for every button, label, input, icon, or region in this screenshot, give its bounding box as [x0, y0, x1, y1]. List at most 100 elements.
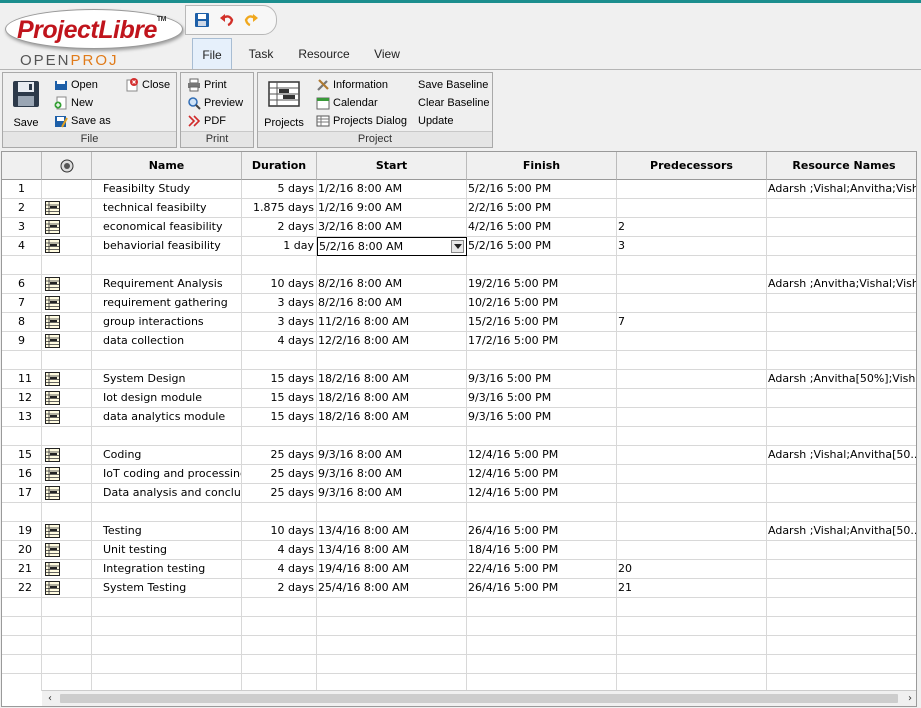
task-start[interactable]: 8/2/16 8:00 AM	[317, 294, 467, 313]
task-indicator[interactable]	[42, 408, 92, 427]
task-predecessors[interactable]	[617, 199, 767, 218]
task-duration[interactable]: 1 day	[242, 237, 317, 256]
table-row[interactable]: 21 Integration testing 4 days 19/4/16 8:00 …	[2, 560, 916, 579]
header-finish[interactable]: Finish	[467, 152, 617, 180]
task-duration[interactable]: 2 days	[242, 579, 317, 598]
task-predecessors[interactable]	[617, 484, 767, 503]
table-row[interactable]: 8 group interactions 3 days 11/2/16 8:00 AM…	[2, 313, 916, 332]
task-name[interactable]	[92, 617, 242, 636]
task-finish[interactable]: 17/2/16 5:00 PM	[467, 332, 617, 351]
table-row[interactable]	[2, 351, 916, 370]
task-indicator[interactable]	[42, 427, 92, 446]
task-name[interactable]	[92, 503, 242, 522]
task-predecessors[interactable]	[617, 655, 767, 674]
table-row[interactable]: 12 Iot design module 15 days 18/2/16 8:00 A…	[2, 389, 916, 408]
task-finish[interactable]	[467, 598, 617, 617]
task-resources[interactable]	[767, 617, 916, 636]
task-name[interactable]: behaviorial feasibility	[92, 237, 242, 256]
task-indicator[interactable]	[42, 655, 92, 674]
tab-view[interactable]: View	[362, 38, 412, 70]
close-button[interactable]: Close	[125, 76, 170, 93]
task-duration[interactable]	[242, 674, 317, 691]
task-name[interactable]: technical feasibilty	[92, 199, 242, 218]
task-name[interactable]: Coding	[92, 446, 242, 465]
save-as-button[interactable]: Save as	[54, 112, 111, 129]
scroll-thumb[interactable]	[60, 694, 898, 703]
task-resources[interactable]	[767, 598, 916, 617]
task-name[interactable]: Integration testing	[92, 560, 242, 579]
task-indicator[interactable]	[42, 218, 92, 237]
task-resources[interactable]	[767, 427, 916, 446]
task-duration[interactable]: 4 days	[242, 541, 317, 560]
task-duration[interactable]: 5 days	[242, 180, 317, 199]
task-start[interactable]: 9/3/16 8:00 AM	[317, 465, 467, 484]
task-name[interactable]: Requirement Analysis	[92, 275, 242, 294]
task-start[interactable]	[317, 617, 467, 636]
task-start[interactable]: 8/2/16 8:00 AM	[317, 275, 467, 294]
task-duration[interactable]: 15 days	[242, 408, 317, 427]
task-finish[interactable]: 12/4/16 5:00 PM	[467, 446, 617, 465]
task-name[interactable]	[92, 636, 242, 655]
task-name[interactable]: requirement gathering	[92, 294, 242, 313]
task-predecessors[interactable]	[617, 275, 767, 294]
task-predecessors[interactable]	[617, 446, 767, 465]
task-finish[interactable]: 2/2/16 5:00 PM	[467, 199, 617, 218]
task-name[interactable]: Iot design module	[92, 389, 242, 408]
task-predecessors[interactable]	[617, 351, 767, 370]
task-duration[interactable]	[242, 351, 317, 370]
table-row[interactable]: 4 behaviorial feasibility 1 day 5/2/16 8:00…	[2, 237, 916, 256]
task-duration[interactable]: 10 days	[242, 522, 317, 541]
task-start[interactable]	[317, 351, 467, 370]
task-start[interactable]	[317, 636, 467, 655]
task-indicator[interactable]	[42, 579, 92, 598]
task-finish[interactable]: 9/3/16 5:00 PM	[467, 370, 617, 389]
undo-button[interactable]	[218, 11, 236, 29]
task-start[interactable]: 18/2/16 8:00 AM	[317, 408, 467, 427]
horizontal-scrollbar[interactable]: ‹ ›	[42, 690, 916, 706]
task-duration[interactable]: 25 days	[242, 446, 317, 465]
task-name[interactable]: Data analysis and conclusion	[92, 484, 242, 503]
date-dropdown-button[interactable]	[451, 240, 464, 253]
table-row[interactable]	[2, 598, 916, 617]
task-finish[interactable]	[467, 617, 617, 636]
task-duration[interactable]: 15 days	[242, 370, 317, 389]
task-resources[interactable]	[767, 655, 916, 674]
task-predecessors[interactable]	[617, 408, 767, 427]
task-finish[interactable]: 12/4/16 5:00 PM	[467, 484, 617, 503]
task-predecessors[interactable]: 2	[617, 218, 767, 237]
task-resources[interactable]: Adarsh ;Vishal;Anvitha[50...	[767, 522, 916, 541]
task-indicator[interactable]	[42, 674, 92, 691]
task-indicator[interactable]	[42, 313, 92, 332]
task-start[interactable]: 11/2/16 8:00 AM	[317, 313, 467, 332]
table-row[interactable]: 3 economical feasibility 2 days 3/2/16 8:00…	[2, 218, 916, 237]
table-row[interactable]	[2, 427, 916, 446]
task-name[interactable]: data collection	[92, 332, 242, 351]
task-indicator[interactable]	[42, 275, 92, 294]
task-predecessors[interactable]	[617, 370, 767, 389]
save-button[interactable]: Save	[7, 79, 45, 131]
task-duration[interactable]: 3 days	[242, 313, 317, 332]
task-start[interactable]: 19/4/16 8:00 AM	[317, 560, 467, 579]
task-start[interactable]: 18/2/16 8:00 AM	[317, 370, 467, 389]
task-name[interactable]	[92, 351, 242, 370]
open-button[interactable]: Open	[54, 76, 98, 93]
task-duration[interactable]	[242, 256, 317, 275]
task-indicator[interactable]	[42, 256, 92, 275]
table-row[interactable]: 22 System Testing 2 days 25/4/16 8:00 AM 26/…	[2, 579, 916, 598]
task-start[interactable]: 1/2/16 9:00 AM	[317, 199, 467, 218]
task-indicator[interactable]	[42, 560, 92, 579]
projects-dialog-button[interactable]: Projects Dialog	[316, 112, 407, 129]
task-predecessors[interactable]	[617, 427, 767, 446]
task-indicator[interactable]	[42, 180, 92, 199]
task-duration[interactable]: 3 days	[242, 294, 317, 313]
gantt-splitter[interactable]	[917, 151, 921, 708]
preview-button[interactable]: Preview	[187, 94, 243, 111]
task-predecessors[interactable]	[617, 180, 767, 199]
task-predecessors[interactable]	[617, 332, 767, 351]
table-row[interactable]: 9 data collection 4 days 12/2/16 8:00 AM 17/…	[2, 332, 916, 351]
task-resources[interactable]	[767, 199, 916, 218]
new-button[interactable]: New	[54, 94, 93, 111]
table-row[interactable]: 16 IoT coding and processing 25 days 9/3/16…	[2, 465, 916, 484]
task-finish[interactable]: 15/2/16 5:00 PM	[467, 313, 617, 332]
task-indicator[interactable]	[42, 370, 92, 389]
